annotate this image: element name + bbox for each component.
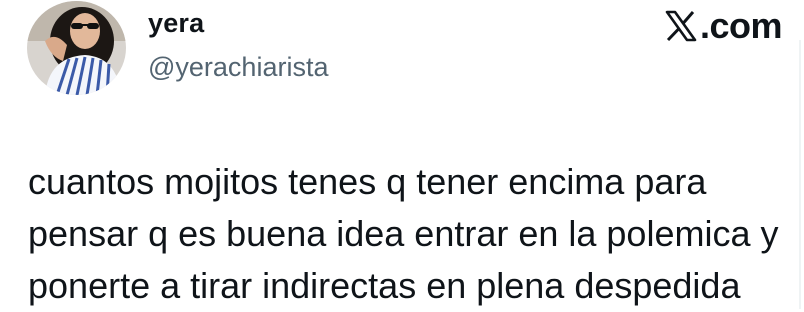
brand-domain-label: .com	[700, 5, 783, 46]
tweet-line: ponerte a tirar indirectas en plena desp…	[28, 265, 741, 306]
author-display-name[interactable]: yera	[148, 8, 204, 39]
tweet-line: cuantos mojitos tenes q tener encima par…	[28, 161, 707, 202]
x-logo-icon	[665, 10, 697, 42]
tweet-text: cuantos mojitos tenes q tener encima par…	[28, 156, 804, 312]
profile-photo-icon	[27, 1, 126, 95]
tweet-line: pensar q es buena idea entrar en la pole…	[28, 213, 779, 254]
x-com-brand: .com	[664, 5, 783, 47]
avatar[interactable]	[27, 1, 126, 95]
author-handle[interactable]: @yerachiarista	[148, 52, 328, 83]
